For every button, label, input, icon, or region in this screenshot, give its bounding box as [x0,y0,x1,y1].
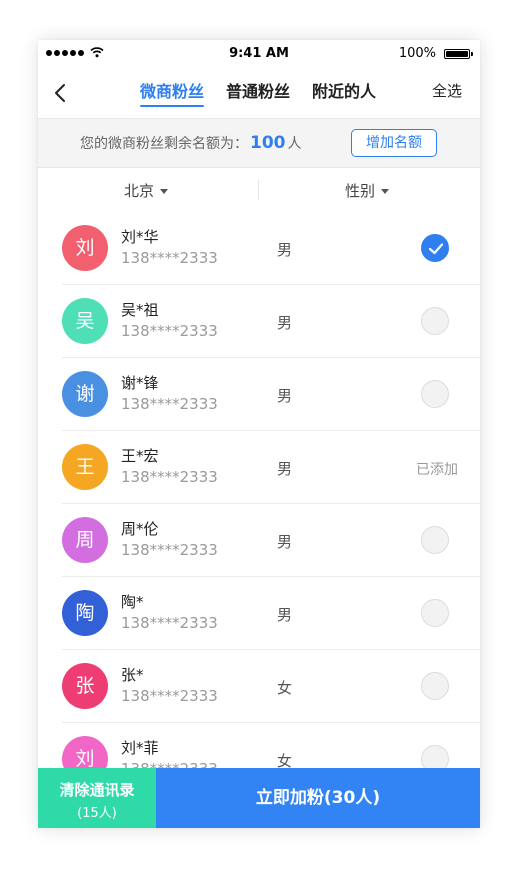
contact-phone: 138****2333 [121,468,218,486]
avatar: 刘 [62,225,108,271]
contact-row[interactable]: 吴吴*祖 138****2333 男 [38,285,480,358]
contact-name: 陶* [121,593,144,611]
contact-gender: 男 [277,460,293,478]
unchecked-circle-icon[interactable] [421,307,449,335]
quota-bar: 您的微商粉丝剩余名额为： 100 人 增加名额 [38,118,480,168]
contact-gender: 男 [277,533,293,551]
contact-name: 周*伦 [121,520,159,538]
footer-bar: 清除通讯录 (15人) 立即加粉(30人) [38,768,480,828]
contact-phone: 138****2333 [121,249,218,267]
select-all-button[interactable]: 全选 [432,80,462,101]
battery-icon [444,49,473,59]
contact-gender: 男 [277,387,293,405]
battery-percent: 100% [398,46,436,61]
contact-row[interactable]: 陶陶* 138****2333 男 [38,577,480,650]
quota-value: 100 [250,133,286,153]
contact-list: 刘刘*华 138****2333 男吴吴*祖 138****2333 男谢谢*锋 138*… [38,212,480,796]
checked-circle-icon[interactable] [421,234,449,262]
unchecked-circle-icon[interactable] [421,380,449,408]
contact-row[interactable]: 刘刘*华 138****2333 男 [38,212,480,285]
contact-name: 张* [121,666,144,684]
city-filter[interactable]: 北京 [124,180,169,201]
contact-gender: 女 [277,679,293,697]
contact-row[interactable]: 周周*伦 138****2333 男 [38,504,480,577]
add-quota-button[interactable]: 增加名额 [351,129,437,157]
added-status: 已添加 [416,462,458,478]
avatar: 张 [62,663,108,709]
quota-label: 您的微商粉丝剩余名额为： [80,136,248,152]
contact-phone: 138****2333 [121,395,218,413]
unchecked-circle-icon[interactable] [421,672,449,700]
contact-row[interactable]: 谢谢*锋 138****2333 男 [38,358,480,431]
contact-gender: 男 [277,606,293,624]
contact-name: 吴*祖 [121,301,159,319]
unchecked-circle-icon[interactable] [421,526,449,554]
contact-phone: 138****2333 [121,614,218,632]
city-filter-label: 北京 [124,182,155,200]
contact-name: 刘*菲 [121,739,159,757]
gender-filter[interactable]: 性别 [345,180,390,201]
caret-down-icon [160,189,169,194]
add-fans-button[interactable]: 立即加粉(30人) [156,768,480,828]
filter-bar: 北京 性别 [38,168,480,212]
contact-gender: 男 [277,241,293,259]
contact-row[interactable]: 张张* 138****2333 女 [38,650,480,723]
avatar: 陶 [62,590,108,636]
status-bar: 9:41 AM 100% [38,40,480,68]
tab-nearby-people[interactable]: 附近的人 [312,78,376,106]
contact-name: 刘*华 [121,228,159,246]
top-nav: 微商粉丝 普通粉丝 附近的人 全选 [38,68,480,118]
avatar: 吴 [62,298,108,344]
tab-wechat-business-fans[interactable]: 微商粉丝 [140,78,205,107]
phone-frame: 9:41 AM 100% 微商粉丝 普通粉丝 附近的人 全选 您的微商粉丝剩余名… [38,40,480,828]
contact-gender: 男 [277,314,293,332]
avatar: 谢 [62,371,108,417]
tab-regular-fans[interactable]: 普通粉丝 [226,78,290,106]
caret-down-icon [381,189,390,194]
contact-phone: 138****2333 [121,541,218,559]
clear-contacts-label: 清除通讯录 [59,781,135,799]
avatar: 王 [62,444,108,490]
clear-contacts-button[interactable]: 清除通讯录 (15人) [38,768,156,828]
contact-row[interactable]: 王王*宏 138****2333 男 已添加 [38,431,480,504]
avatar: 周 [62,517,108,563]
back-arrow-icon[interactable] [52,82,70,104]
contact-name: 王*宏 [121,447,159,465]
quota-text: 您的微商粉丝剩余名额为： 100 人 [80,133,302,153]
contact-name: 谢*锋 [121,374,159,392]
contact-phone: 138****2333 [121,687,218,705]
contact-phone: 138****2333 [121,322,218,340]
gender-filter-label: 性别 [345,182,376,200]
clear-contacts-count: (15人) [77,806,117,821]
unchecked-circle-icon[interactable] [421,599,449,627]
filter-divider [258,180,259,200]
quota-unit: 人 [287,136,302,152]
